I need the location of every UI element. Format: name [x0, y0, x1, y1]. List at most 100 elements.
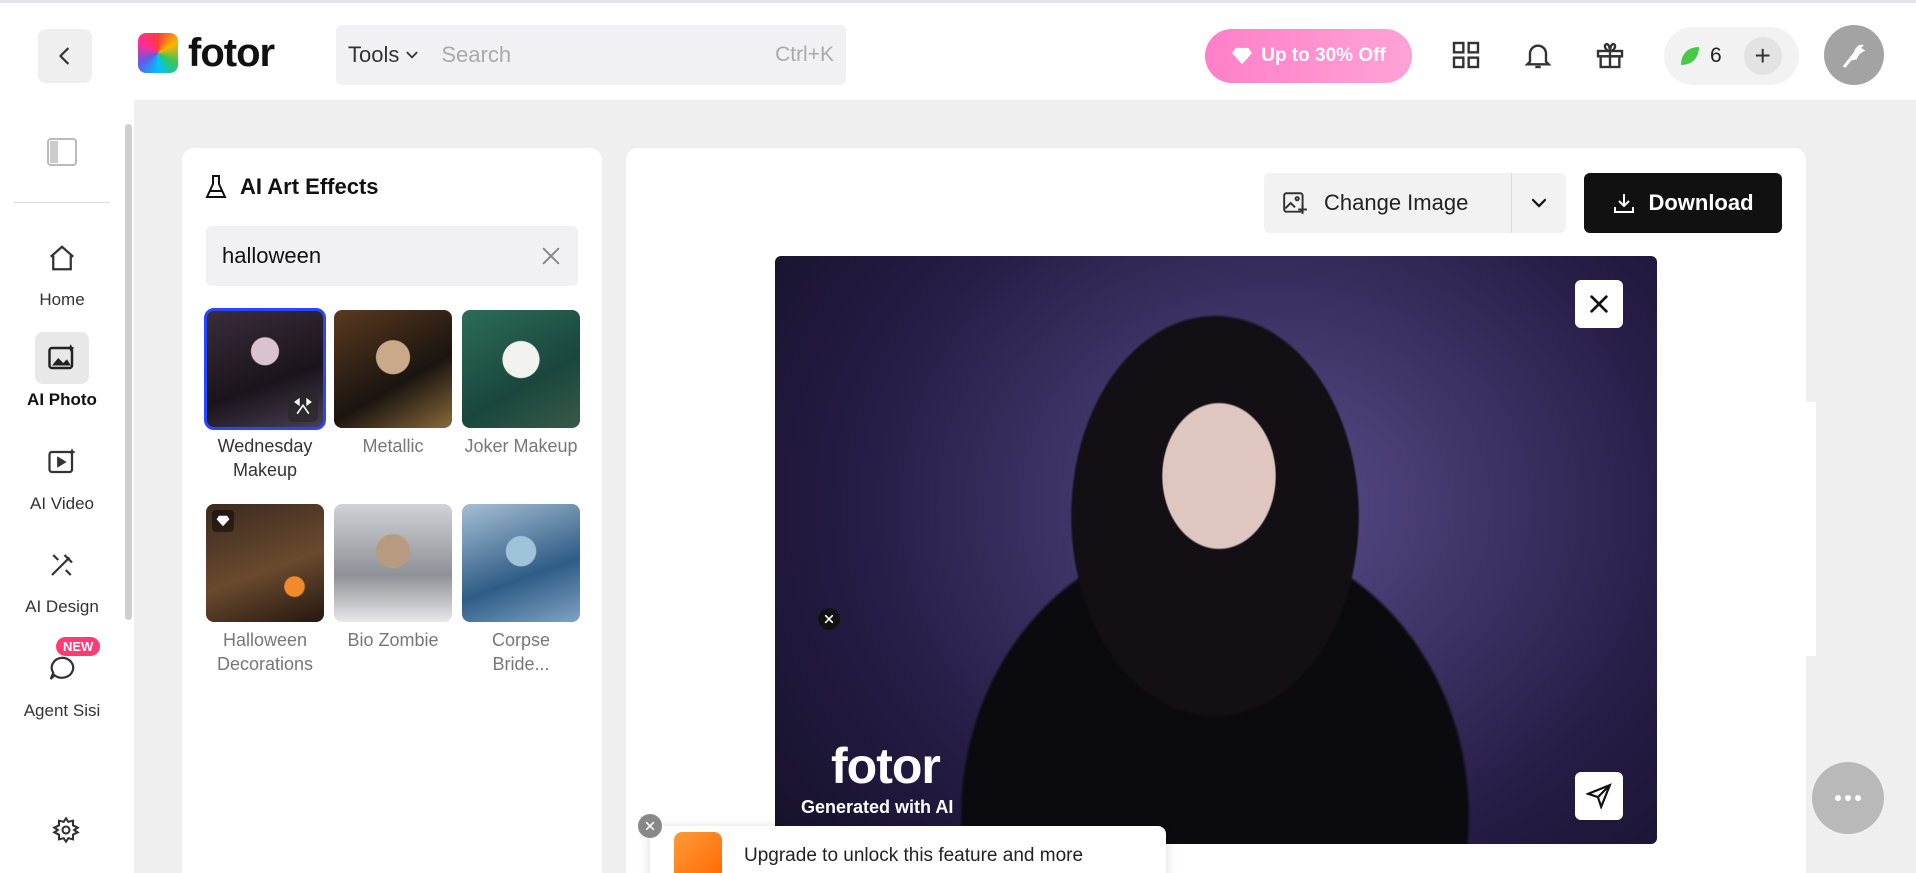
remove-watermark-button[interactable] — [818, 608, 840, 630]
effect-thumbnail — [204, 308, 326, 430]
sidebar-item-home[interactable]: Home — [0, 232, 124, 310]
effect-card-joker-makeup[interactable]: Joker Makeup — [462, 310, 580, 458]
credits-widget[interactable]: 6 + — [1664, 27, 1799, 85]
upgrade-icon — [674, 832, 722, 873]
effect-thumbnail — [462, 504, 580, 622]
close-icon — [824, 614, 834, 624]
watermark-logo: fotor — [831, 738, 941, 794]
effect-label: Halloween Decorations — [216, 630, 314, 674]
fotor-logo-icon — [138, 33, 178, 73]
effects-search-value: halloween — [222, 243, 322, 268]
chevron-down-icon — [1531, 198, 1547, 208]
chat-button[interactable] — [1812, 762, 1884, 834]
ai-photo-icon — [35, 332, 89, 384]
sidebar-toggle-icon — [47, 138, 77, 166]
effect-thumbnail — [206, 504, 324, 622]
effect-card-bio-zombie[interactable]: Bio Zombie — [334, 504, 452, 652]
canvas-area: Change Image Download fotor Generated wi… — [626, 148, 1806, 873]
effect-thumbnail — [334, 310, 452, 428]
change-image-control: Change Image — [1264, 173, 1566, 233]
grid-icon — [1452, 41, 1480, 69]
effect-label: Joker Makeup — [464, 436, 578, 456]
effect-thumbnail — [334, 504, 452, 622]
upgrade-toast[interactable]: Upgrade to unlock this feature and more — [650, 826, 1166, 873]
promo-label: Up to 30% Off — [1261, 45, 1386, 66]
effect-label: Corpse Bride... — [491, 630, 551, 674]
effects-search-field[interactable]: halloween — [206, 226, 578, 286]
ai-design-icon — [35, 539, 89, 591]
sidebar-item-label: AI Video — [30, 494, 94, 513]
notifications-button[interactable] — [1518, 35, 1558, 75]
send-icon — [1586, 783, 1612, 809]
panel-title-text: AI Art Effects — [240, 174, 379, 199]
leaf-icon — [1681, 47, 1699, 65]
bird-avatar-icon — [1842, 44, 1866, 68]
tools-dropdown[interactable]: Tools — [348, 42, 419, 68]
avatar[interactable] — [1824, 25, 1884, 85]
ai-watermark: fotor Generated with AI — [801, 741, 953, 818]
new-badge: NEW — [56, 637, 101, 656]
effect-label: Wednesday Makeup — [217, 436, 313, 480]
watermark-text: Generated with AI — [801, 797, 954, 817]
effect-card-corpse-bride[interactable]: Corpse Bride... — [462, 504, 580, 676]
close-icon — [1590, 295, 1608, 313]
change-image-label: Change Image — [1324, 190, 1469, 215]
effect-label: Bio Zombie — [347, 630, 439, 650]
panel-title: AI Art Effects — [204, 174, 379, 200]
share-button[interactable] — [1575, 772, 1623, 820]
download-button[interactable]: Download — [1584, 173, 1782, 233]
effect-card-metallic[interactable]: Metallic — [334, 310, 452, 458]
home-icon — [35, 232, 89, 284]
toast-text: Upgrade to unlock this feature and more — [744, 845, 1084, 866]
bell-icon — [1524, 44, 1552, 69]
effect-label: Metallic — [362, 436, 424, 456]
effect-thumbnail — [462, 310, 580, 428]
add-credits-button[interactable]: + — [1743, 37, 1782, 75]
collapse-sidebar-button[interactable] — [47, 138, 77, 171]
credits-count: 6 — [1710, 44, 1722, 67]
sidebar-item-label: Home — [39, 290, 85, 309]
clear-search-icon[interactable] — [540, 245, 562, 267]
more-dots-icon — [1835, 795, 1861, 801]
result-image: fotor Generated with AI — [775, 256, 1657, 844]
close-image-button[interactable] — [1575, 280, 1623, 328]
diamond-icon — [1232, 47, 1253, 65]
sidebar-item-ai-photo[interactable]: AI Photo — [0, 332, 124, 410]
image-add-icon — [1283, 192, 1307, 214]
change-image-button[interactable]: Change Image — [1264, 173, 1512, 233]
sidebar-item-label: Agent Sisi — [23, 701, 101, 720]
close-icon — [645, 821, 655, 831]
effect-card-wednesday-makeup[interactable]: Wednesday Makeup — [204, 308, 326, 482]
sidebar-item-label: AI Photo — [27, 390, 97, 409]
gear-icon — [52, 816, 80, 844]
search-input[interactable] — [441, 42, 776, 68]
sidebar-item-label: AI Design — [25, 597, 99, 616]
promo-button[interactable]: Up to 30% Off — [1205, 29, 1412, 83]
side-tab[interactable] — [1806, 402, 1816, 656]
sidebar-item-ai-video[interactable]: AI Video — [0, 436, 124, 514]
ai-video-icon — [35, 436, 89, 488]
chevron-down-icon — [406, 51, 418, 59]
download-icon — [1614, 194, 1635, 213]
flask-icon — [205, 175, 227, 198]
close-toast-button[interactable] — [638, 814, 662, 838]
settings-button[interactable] — [52, 816, 80, 849]
global-search: Tools Ctrl+K — [336, 25, 846, 85]
download-label: Download — [1648, 190, 1754, 215]
change-image-dropdown[interactable] — [1512, 194, 1566, 212]
tools-label: Tools — [348, 42, 400, 67]
top-bar: fotor Tools Ctrl+K Up to 30% Off 6 + — [0, 0, 1916, 100]
gift-icon — [1596, 42, 1624, 69]
back-button[interactable] — [38, 29, 92, 83]
nav-scrollbar[interactable] — [125, 124, 132, 620]
effects-panel: AI Art Effects halloween Wednesday Makeu… — [182, 148, 602, 873]
apps-button[interactable] — [1446, 35, 1486, 75]
effect-card-halloween-decorations[interactable]: Halloween Decorations — [206, 504, 324, 676]
fotor-logo[interactable]: fotor — [138, 31, 275, 75]
sidebar-item-ai-design[interactable]: AI Design — [0, 539, 124, 617]
logo-text: fotor — [188, 31, 275, 75]
search-shortcut: Ctrl+K — [775, 43, 834, 66]
swap-face-icon — [288, 392, 318, 422]
gift-button[interactable] — [1590, 35, 1630, 75]
chevron-left-icon — [59, 47, 69, 65]
